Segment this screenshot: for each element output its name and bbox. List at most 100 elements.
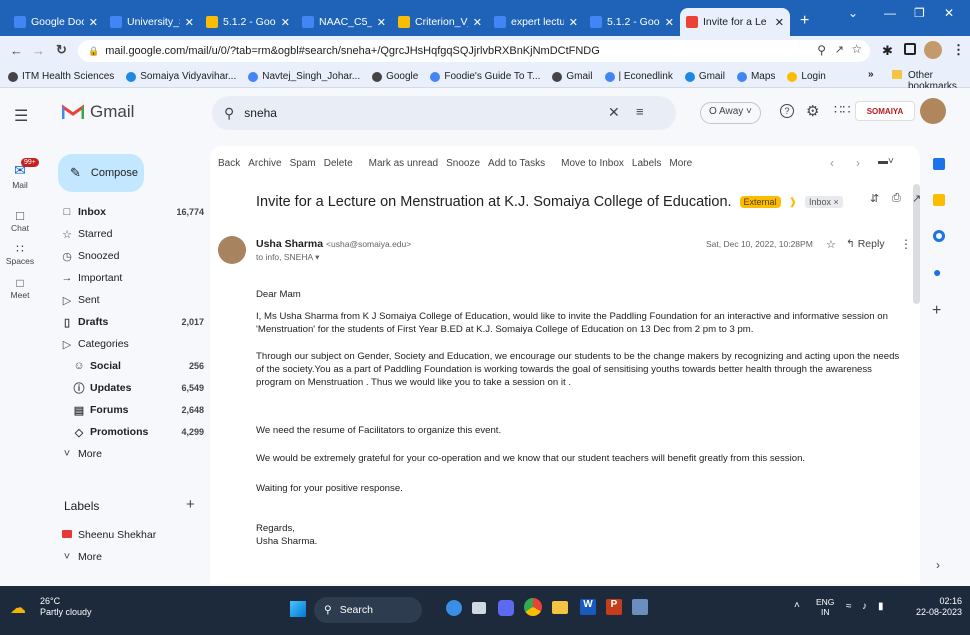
folder-promotions[interactable]: ◇ Promotions 4,299	[68, 421, 204, 443]
chrome-icon[interactable]	[524, 598, 542, 616]
sender-name[interactable]: Usha Sharma	[256, 238, 323, 250]
volume-icon[interactable]: ♪	[862, 601, 867, 612]
message-more-icon[interactable]: ⋮	[900, 237, 912, 251]
add-label-icon[interactable]: +	[186, 496, 195, 513]
search-bar[interactable]: ⚲ sneha ✕ ≡	[212, 96, 676, 130]
close-tab-icon[interactable]: ✕	[775, 16, 784, 29]
bookmark-item[interactable]: Maps	[736, 71, 775, 82]
label-item[interactable]: Sheenu Shekhar	[56, 524, 204, 546]
contacts-icon[interactable]: ●	[933, 264, 941, 280]
labels-more[interactable]: ˅ More	[56, 546, 204, 568]
apps-grid-icon[interactable]: ∷∷	[834, 102, 851, 118]
word-icon[interactable]: W	[580, 599, 596, 615]
folder-inbox[interactable]: □ Inbox 16,774	[56, 201, 204, 223]
url-field[interactable]: 🔒 mail.google.com/mail/u/0/?tab=rm&ogbl#…	[78, 40, 870, 62]
tasks-icon[interactable]	[933, 230, 945, 242]
toolbar-action[interactable]: Mark as unread	[369, 158, 438, 169]
folder-sent[interactable]: ▷ Sent	[56, 289, 204, 311]
toolbar-action[interactable]: Back	[218, 158, 240, 169]
file-explorer-icon[interactable]	[552, 601, 568, 614]
bookmark-item[interactable]: Foodie's Guide To T...	[430, 71, 540, 82]
tray-chevron-icon[interactable]: ˄	[794, 600, 800, 611]
reply-button[interactable]: ↰ Reply	[846, 238, 885, 250]
bookmark-item[interactable]: Navtej_Singh_Johar...	[248, 71, 360, 82]
search-input[interactable]: sneha	[244, 106, 277, 120]
browser-tab[interactable]: Invite for a Le ✕	[680, 8, 790, 36]
bookmark-item[interactable]: | Econedlink	[604, 71, 673, 82]
gmail-logo[interactable]: Gmail	[62, 102, 134, 122]
minimize-icon[interactable]: —	[884, 6, 896, 20]
search-icon[interactable]: ⚲	[224, 105, 234, 122]
toolbar-action[interactable]: Archive	[248, 158, 281, 169]
settings-gear-icon[interactable]: ⚙	[806, 102, 819, 120]
close-tab-icon[interactable]: ✕	[569, 16, 578, 29]
clear-search-icon[interactable]: ✕	[608, 104, 620, 121]
search-options-icon[interactable]: ≡	[636, 104, 644, 119]
close-tab-icon[interactable]: ✕	[281, 16, 290, 29]
app2-icon[interactable]	[632, 599, 648, 615]
status-dropdown[interactable]: O Away ˅	[700, 102, 761, 124]
meet-app-icon[interactable]	[498, 600, 514, 616]
taskbar-search[interactable]: ⚲ Search	[314, 597, 422, 623]
folder-drafts[interactable]: ▯ Drafts 2,017	[56, 311, 204, 333]
nav-mail[interactable]: ✉ 99+ Mail	[0, 158, 40, 190]
folder-more[interactable]: ˅ More	[56, 443, 204, 465]
share-icon[interactable]: ↗	[835, 43, 844, 56]
sidepanel-icon[interactable]	[904, 43, 916, 55]
bookmark-item[interactable]: Google	[372, 71, 418, 82]
maximize-icon[interactable]: ❐	[914, 6, 925, 20]
expand-all-icon[interactable]: ⇵	[870, 192, 879, 205]
forward-arrow-icon[interactable]: →	[32, 43, 45, 58]
expand-panel-icon[interactable]: ›	[936, 558, 940, 572]
clock[interactable]: 02:16 22-08-2023	[900, 596, 962, 618]
browser-tab[interactable]: Criterion_V_2 ✕	[392, 8, 488, 36]
bookmark-overflow-icon[interactable]: »	[868, 69, 874, 80]
sender-avatar[interactable]	[218, 236, 246, 264]
help-icon[interactable]: ?	[780, 104, 794, 118]
hamburger-menu-icon[interactable]: ☰	[14, 106, 28, 126]
calendar-icon[interactable]	[933, 158, 945, 170]
toolbar-action[interactable]: Add to Tasks	[488, 158, 545, 169]
close-window-icon[interactable]: ✕	[944, 6, 954, 20]
close-tab-icon[interactable]: ✕	[377, 16, 386, 29]
toolbar-action[interactable]: Snooze	[446, 158, 480, 169]
print-icon[interactable]: ⎙	[892, 192, 901, 205]
compose-button[interactable]: ✎ Compose	[58, 154, 144, 192]
toolbar-action[interactable]: Spam	[290, 158, 316, 169]
folder-snoozed[interactable]: ◷ Snoozed	[56, 245, 204, 267]
browser-tab[interactable]: expert lecture ✕	[488, 8, 584, 36]
browser-menu-icon[interactable]: ⋮	[952, 42, 965, 58]
importance-icon[interactable]: ❱	[789, 197, 797, 208]
bookmark-item[interactable]: ITM Health Sciences	[8, 71, 114, 82]
close-tab-icon[interactable]: ✕	[665, 16, 674, 29]
close-tab-icon[interactable]: ✕	[89, 16, 98, 29]
wifi-icon[interactable]: ≈	[846, 601, 852, 612]
older-icon[interactable]: ›	[856, 156, 860, 170]
nav-chat[interactable]: □ Chat	[0, 208, 40, 233]
language-indicator[interactable]: ENG IN	[816, 597, 834, 617]
toolbar-action[interactable]: Labels	[632, 158, 661, 169]
back-arrow-icon[interactable]: ←	[10, 43, 23, 58]
start-icon[interactable]	[290, 601, 306, 617]
folder-updates[interactable]: ⓘ Updates 6,549	[68, 377, 205, 399]
newer-icon[interactable]: ‹	[830, 156, 834, 170]
folder-starred[interactable]: ☆ Starred	[56, 223, 204, 245]
account-avatar[interactable]	[920, 98, 946, 124]
folder-forums[interactable]: ▤ Forums 2,648	[68, 399, 204, 421]
bookmark-item[interactable]: Gmail	[684, 71, 725, 82]
reload-icon[interactable]: ↻	[56, 42, 67, 58]
browser-tab[interactable]: Google Docs ✕	[8, 8, 104, 36]
extensions-icon[interactable]: ✱	[882, 43, 893, 59]
close-tab-icon[interactable]: ✕	[185, 16, 194, 29]
battery-icon[interactable]: ▮	[878, 601, 884, 612]
folder-categories[interactable]: ▷ Categories	[56, 333, 204, 355]
powerpoint-icon[interactable]: P	[606, 599, 622, 615]
zoom-icon[interactable]: ⚲	[817, 43, 826, 57]
toolbar-action[interactable]: More	[669, 158, 692, 169]
tab-search-icon[interactable]: ⌄	[848, 6, 858, 20]
app-icon[interactable]	[446, 600, 462, 616]
nav-meet[interactable]: □ Meet	[0, 276, 40, 300]
star-bookmark-icon[interactable]: ☆	[851, 42, 862, 56]
bookmark-item[interactable]: Somaiya Vidyavihar...	[126, 71, 236, 82]
recipients-line[interactable]: to info, SNEHA ▾	[256, 252, 319, 263]
